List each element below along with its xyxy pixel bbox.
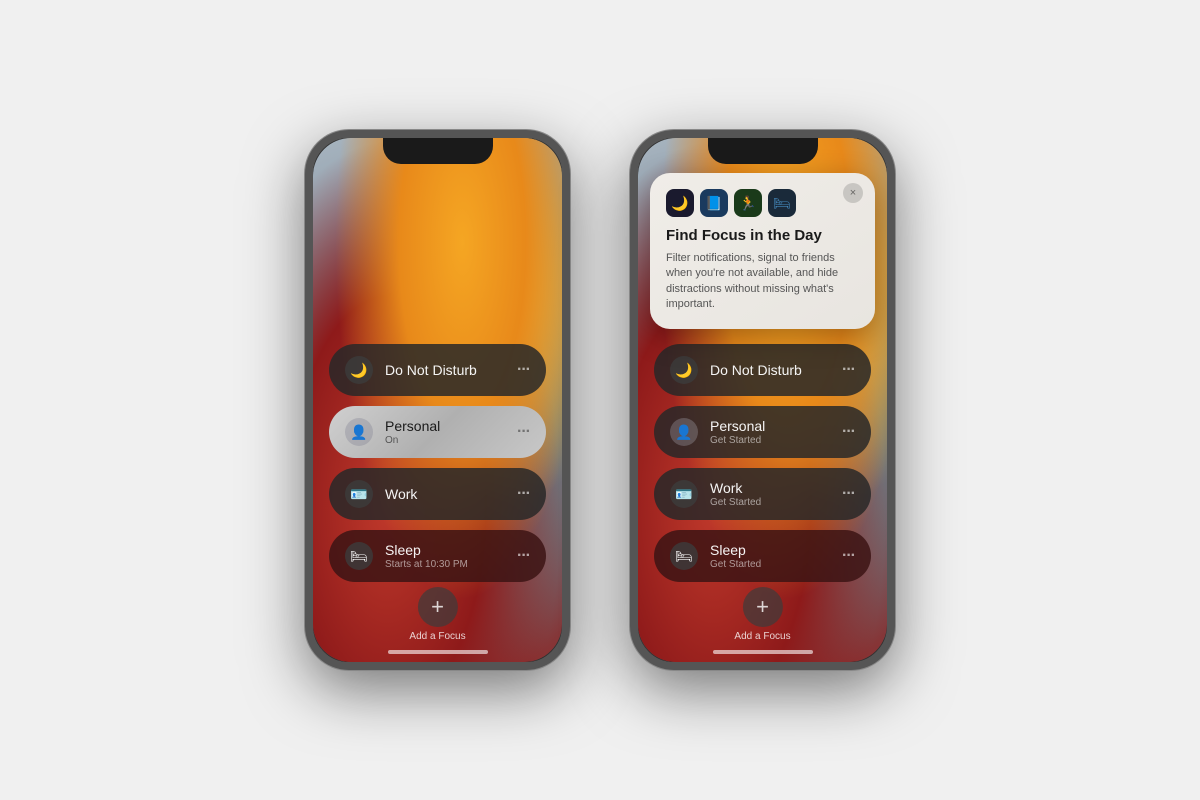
- phone-1-item-work[interactable]: 🪪 Work ···: [329, 468, 546, 520]
- phone-2-item-do-not-disturb[interactable]: 🌙 Do Not Disturb ···: [654, 344, 871, 396]
- dots-work[interactable]: ···: [517, 485, 530, 503]
- focus-subtitle-personal: On: [385, 435, 505, 446]
- focus-text-work: Work: [385, 486, 505, 503]
- phone-2-frame: × 🌙 📘 🏃 🛏 Find Focus in the Day Filter n…: [630, 130, 895, 670]
- p2-focus-title-do-not-disturb: Do Not Disturb: [710, 362, 830, 379]
- find-focus-popup: × 🌙 📘 🏃 🛏 Find Focus in the Day Filter n…: [650, 173, 875, 329]
- dots-personal[interactable]: ···: [517, 423, 530, 441]
- p2-focus-text-work: Work Get Started: [710, 480, 830, 509]
- phone-1-item-personal[interactable]: 👤 Personal On ···: [329, 406, 546, 458]
- p2-focus-title-personal: Personal: [710, 418, 830, 435]
- add-focus-label: Add a Focus: [409, 631, 465, 642]
- p2-person-icon: 👤: [670, 418, 698, 446]
- dots-do-not-disturb[interactable]: ···: [517, 361, 530, 379]
- p2-focus-title-sleep: Sleep: [710, 542, 830, 559]
- phone-1-frame: 🌙 Do Not Disturb ··· 👤 Personal On ···: [305, 130, 570, 670]
- phone-1-notch: [383, 138, 493, 164]
- person-icon: 👤: [345, 418, 373, 446]
- phone-2-screen: × 🌙 📘 🏃 🛏 Find Focus in the Day Filter n…: [638, 138, 887, 662]
- p2-briefcase-icon: 🪪: [670, 480, 698, 508]
- popup-icon-row: 🌙 📘 🏃 🛏: [666, 189, 859, 217]
- p2-dots-do-not-disturb[interactable]: ···: [842, 361, 855, 379]
- p2-add-focus-button[interactable]: +: [743, 587, 783, 627]
- p2-focus-subtitle-personal: Get Started: [710, 435, 830, 446]
- p2-focus-subtitle-work: Get Started: [710, 497, 830, 508]
- phone-2-item-personal[interactable]: 👤 Personal Get Started ···: [654, 406, 871, 458]
- popup-bed-icon: 🛏: [768, 189, 796, 217]
- phone-2-focus-list: 🌙 Do Not Disturb ··· 👤 Personal Get Star…: [638, 344, 887, 582]
- p2-focus-subtitle-sleep: Get Started: [710, 559, 830, 570]
- popup-close-button[interactable]: ×: [843, 183, 863, 203]
- phone-1-focus-list: 🌙 Do Not Disturb ··· 👤 Personal On ···: [313, 344, 562, 582]
- p2-focus-title-work: Work: [710, 480, 830, 497]
- popup-run-icon: 🏃: [734, 189, 762, 217]
- focus-text-do-not-disturb: Do Not Disturb: [385, 362, 505, 379]
- p2-add-focus-label: Add a Focus: [734, 631, 790, 642]
- phone-1-item-do-not-disturb[interactable]: 🌙 Do Not Disturb ···: [329, 344, 546, 396]
- focus-title-do-not-disturb: Do Not Disturb: [385, 362, 505, 379]
- focus-text-sleep: Sleep Starts at 10:30 PM: [385, 542, 505, 571]
- p2-dots-personal[interactable]: ···: [842, 423, 855, 441]
- phone-2-home-indicator: [713, 650, 813, 654]
- focus-text-personal: Personal On: [385, 418, 505, 447]
- phone-2-item-work[interactable]: 🪪 Work Get Started ···: [654, 468, 871, 520]
- phone-1-add-focus[interactable]: + Add a Focus: [409, 587, 465, 642]
- briefcase-icon: 🪪: [345, 480, 373, 508]
- p2-moon-icon: 🌙: [670, 356, 698, 384]
- focus-subtitle-sleep: Starts at 10:30 PM: [385, 559, 505, 570]
- p2-focus-text-do-not-disturb: Do Not Disturb: [710, 362, 830, 379]
- dots-sleep[interactable]: ···: [517, 547, 530, 565]
- p2-bed-icon: 🛏: [670, 542, 698, 570]
- popup-description: Filter notifications, signal to friends …: [666, 251, 859, 313]
- phone-1-home-indicator: [388, 650, 488, 654]
- p2-focus-text-personal: Personal Get Started: [710, 418, 830, 447]
- phone-2: × 🌙 📘 🏃 🛏 Find Focus in the Day Filter n…: [630, 130, 895, 670]
- add-focus-button[interactable]: +: [418, 587, 458, 627]
- phone-1: 🌙 Do Not Disturb ··· 👤 Personal On ···: [305, 130, 570, 670]
- p2-dots-work[interactable]: ···: [842, 485, 855, 503]
- focus-title-work: Work: [385, 486, 505, 503]
- popup-title: Find Focus in the Day: [666, 227, 859, 245]
- popup-book-icon: 📘: [700, 189, 728, 217]
- phone-2-add-focus[interactable]: + Add a Focus: [734, 587, 790, 642]
- p2-dots-sleep[interactable]: ···: [842, 547, 855, 565]
- focus-title-personal: Personal: [385, 418, 505, 435]
- phone-1-item-sleep[interactable]: 🛏 Sleep Starts at 10:30 PM ···: [329, 530, 546, 582]
- p2-focus-text-sleep: Sleep Get Started: [710, 542, 830, 571]
- phone-2-notch: [708, 138, 818, 164]
- bed-icon: 🛏: [345, 542, 373, 570]
- popup-moon-icon: 🌙: [666, 189, 694, 217]
- phone-2-item-sleep[interactable]: 🛏 Sleep Get Started ···: [654, 530, 871, 582]
- focus-title-sleep: Sleep: [385, 542, 505, 559]
- moon-icon: 🌙: [345, 356, 373, 384]
- phone-1-screen: 🌙 Do Not Disturb ··· 👤 Personal On ···: [313, 138, 562, 662]
